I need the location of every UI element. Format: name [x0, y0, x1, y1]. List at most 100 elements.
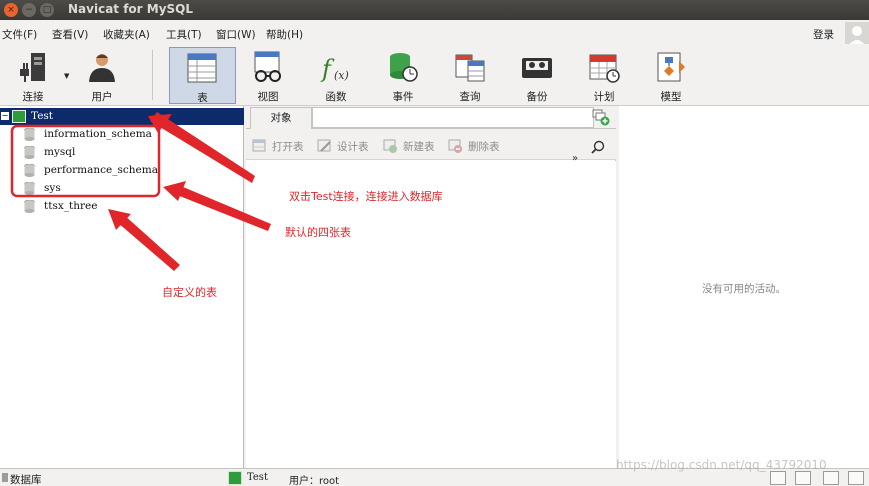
tree-database-information-schema[interactable]: information_schema: [24, 126, 224, 143]
new-table-label: 新建表: [403, 141, 435, 153]
database-icon: [24, 182, 35, 195]
menu-window[interactable]: 窗口(W): [216, 27, 256, 42]
tree-connection-test[interactable]: − Test: [0, 108, 244, 125]
objects-action-bar: 打开表 设计表 新建表 删除表 » ▾: [246, 129, 616, 172]
open-table-label: 打开表: [272, 141, 304, 153]
schedule-label: 计划: [593, 91, 615, 103]
annotation-default-tables-note: 默认的四张表: [285, 226, 351, 239]
function-icon: f (x): [320, 55, 349, 83]
annotation-custom-table-note: 自定义的表: [162, 286, 217, 299]
schedule-button[interactable]: 计划: [572, 47, 636, 104]
new-table-icon: [383, 139, 397, 153]
menu-tools[interactable]: 工具(T): [166, 27, 202, 42]
svg-text:f: f: [320, 55, 335, 83]
database-label: sys: [44, 182, 61, 194]
annotation-connect-note: 双击Test连接，连接进入数据库: [289, 190, 443, 203]
database-label: information_schema: [44, 128, 152, 140]
query-label: 查询: [459, 91, 481, 103]
function-button[interactable]: f (x) 函数: [304, 47, 368, 104]
connect-button[interactable]: 连接: [1, 47, 65, 104]
database-icon: [24, 200, 35, 213]
menu-help[interactable]: 帮助(H): [266, 27, 303, 42]
status-database-label: 数据库: [10, 474, 42, 486]
tree-database-performance-schema[interactable]: performance_schema: [24, 162, 224, 179]
backup-label: 备份: [526, 91, 548, 103]
schedule-icon: [589, 54, 620, 83]
tree-database-sys[interactable]: sys: [24, 180, 224, 197]
connection-label: Test: [31, 110, 54, 122]
database-label: mysql: [44, 146, 76, 158]
status-connection-label: Test: [247, 472, 268, 483]
table-label: 表: [197, 92, 208, 104]
panel-toggle[interactable]: [848, 471, 864, 485]
database-icon: [24, 164, 35, 177]
watermark-text: https://blog.csdn.net/qq_43792010: [616, 458, 827, 472]
maximize-window-button[interactable]: □: [40, 3, 54, 17]
database-label: performance_schema: [44, 164, 158, 176]
menu-view[interactable]: 查看(V): [52, 27, 88, 42]
main-toolbar: 连接 ▼ 用户 表 视图 f (x) 函数 事件 查询 备份 计划 模型: [0, 44, 869, 106]
mysql-connection-icon: [12, 110, 26, 123]
no-activity-message: 没有可用的活动。: [702, 283, 786, 295]
design-table-label: 设计表: [337, 141, 369, 153]
info-panel: 没有可用的活动。: [619, 106, 869, 468]
view-icon: [254, 51, 281, 82]
avatar[interactable]: [845, 22, 869, 46]
view-button[interactable]: 视图: [236, 47, 300, 104]
menu-bar: 文件(F) 查看(V) 收藏夹(A) 工具(T) 窗口(W) 帮助(H) 登录: [0, 20, 869, 44]
collapse-icon[interactable]: −: [1, 112, 9, 120]
objects-panel: 对象 打开表 设计表 新建表 删除表 »: [246, 106, 616, 468]
minimize-window-button[interactable]: −: [22, 3, 36, 17]
objects-list-area[interactable]: [246, 161, 616, 468]
event-button[interactable]: 事件: [371, 47, 435, 104]
tree-database-ttsx-three[interactable]: ttsx_three: [24, 198, 224, 215]
title-bar: × − □ Navicat for MySQL: [0, 0, 869, 20]
search-icon[interactable]: [590, 140, 606, 156]
view-label: 视图: [257, 91, 279, 103]
user-silhouette-icon: [848, 26, 866, 46]
database-icon: [24, 146, 35, 159]
connect-label: 连接: [22, 91, 44, 103]
close-window-button[interactable]: ×: [4, 3, 18, 17]
list-view-toggle[interactable]: [770, 471, 786, 485]
function-label: 函数: [325, 91, 347, 103]
query-button[interactable]: 查询: [438, 47, 502, 104]
er-view-toggle[interactable]: [823, 471, 839, 485]
window-title: Navicat for MySQL: [68, 2, 194, 16]
user-icon: [89, 54, 115, 82]
table-icon: [187, 53, 217, 83]
plug-icon: [20, 53, 45, 82]
query-icon: [455, 54, 485, 82]
status-user-label: 用户：root: [289, 476, 340, 486]
menu-favorites[interactable]: 收藏夹(A): [103, 27, 150, 42]
toolbar-separator: [152, 50, 153, 100]
model-button[interactable]: 模型: [639, 47, 703, 104]
tree-database-mysql[interactable]: mysql: [24, 144, 224, 161]
model-icon: [657, 52, 685, 82]
delete-table-label: 删除表: [468, 141, 500, 153]
model-label: 模型: [660, 91, 682, 103]
detail-view-toggle[interactable]: [795, 471, 811, 485]
event-label: 事件: [392, 91, 414, 103]
open-table-icon: [252, 139, 266, 152]
database-label: ttsx_three: [44, 200, 98, 212]
user-button[interactable]: 用户: [70, 47, 134, 104]
new-tab-icon[interactable]: [592, 109, 610, 126]
menu-file[interactable]: 文件(F): [2, 27, 37, 42]
design-table-icon: [317, 139, 331, 152]
tab-bar-empty-area: [312, 107, 594, 128]
table-button[interactable]: 表: [169, 47, 236, 104]
event-icon: [390, 53, 418, 82]
login-link[interactable]: 登录: [813, 27, 834, 42]
objects-tab-bar: 对象: [246, 106, 616, 129]
user-label: 用户: [91, 91, 113, 103]
status-connection-icon: [228, 471, 242, 485]
connect-dropdown-icon[interactable]: ▼: [64, 72, 69, 80]
backup-icon: [522, 58, 552, 78]
database-icon: [24, 128, 35, 141]
svg-text:(x): (x): [334, 69, 349, 82]
tab-objects[interactable]: 对象: [250, 107, 312, 129]
delete-table-icon: [448, 139, 462, 153]
status-database-icon: [2, 473, 8, 482]
backup-button[interactable]: 备份: [505, 47, 569, 104]
